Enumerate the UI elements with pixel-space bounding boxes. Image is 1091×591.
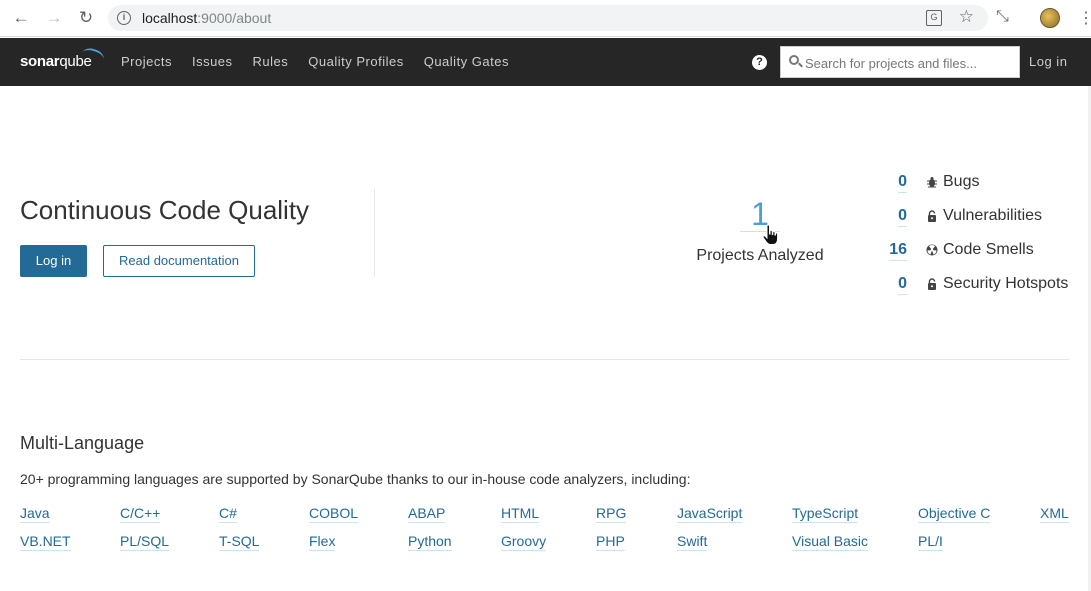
nav-projects[interactable]: Projects xyxy=(121,54,172,69)
nav-login-link[interactable]: Log in xyxy=(1029,54,1067,69)
language-link-php[interactable]: PHP xyxy=(596,533,625,551)
search-icon xyxy=(789,55,799,65)
language-link-abap[interactable]: ABAP xyxy=(408,505,446,523)
language-link-visual-basic[interactable]: Visual Basic xyxy=(792,533,869,551)
lock-icon xyxy=(928,278,936,290)
stat-bugs: 0 Bugs xyxy=(860,172,1090,194)
language-link-flex[interactable]: Flex xyxy=(309,533,336,551)
bugs-label: Bugs xyxy=(943,173,980,190)
url-host: localhost xyxy=(142,10,198,26)
language-link-rpg[interactable]: RPG xyxy=(596,505,627,523)
language-link-csharp[interactable]: C# xyxy=(219,505,237,523)
nav-issues[interactable]: Issues xyxy=(192,54,233,69)
translate-icon[interactable]: G xyxy=(926,10,942,26)
language-link-html[interactable]: HTML xyxy=(501,505,540,523)
language-link-plsql[interactable]: PL/SQL xyxy=(120,533,170,551)
section-divider xyxy=(20,359,1069,360)
nav-rules[interactable]: Rules xyxy=(253,54,289,69)
code-smells-count-link[interactable]: 16 xyxy=(889,240,907,261)
search-input[interactable] xyxy=(805,53,1015,73)
read-documentation-button[interactable]: Read documentation xyxy=(103,245,255,277)
language-link-groovy[interactable]: Groovy xyxy=(501,533,547,551)
extension-icon[interactable]: ⤡ xyxy=(996,8,1009,26)
vulnerabilities-label: Vulnerabilities xyxy=(943,207,1043,224)
vertical-divider xyxy=(374,189,375,277)
language-link-cobol[interactable]: COBOL xyxy=(309,505,359,523)
language-link-java[interactable]: Java xyxy=(20,505,50,523)
code-smells-label: Code Smells xyxy=(943,241,1034,258)
multi-language-title: Multi-Language xyxy=(20,433,145,453)
vulnerabilities-count-link[interactable]: 0 xyxy=(898,206,907,227)
security-hotspots-count-link[interactable]: 0 xyxy=(898,274,907,295)
url-path: :9000/about xyxy=(197,10,272,26)
reload-icon[interactable]: ↻ xyxy=(75,8,97,28)
security-hotspots-label: Security Hotspots xyxy=(943,275,1069,292)
bookmark-star-icon[interactable]: ☆ xyxy=(959,7,974,27)
code-smell-icon xyxy=(926,244,938,256)
help-icon[interactable]: ? xyxy=(752,55,767,70)
page-title: Continuous Code Quality xyxy=(20,195,310,225)
logo-bold: sonar xyxy=(20,53,60,70)
multi-language-description: 20+ programming languages are supported … xyxy=(20,471,691,487)
projects-analyzed-label: Projects Analyzed xyxy=(696,247,824,264)
lock-icon xyxy=(928,210,936,222)
nav-quality-gates[interactable]: Quality Gates xyxy=(424,54,509,69)
bug-icon xyxy=(927,177,937,188)
nav-quality-profiles[interactable]: Quality Profiles xyxy=(308,54,403,69)
language-link-c-cpp[interactable]: C/C++ xyxy=(120,505,161,523)
forward-icon[interactable]: → xyxy=(43,8,65,28)
main-nav: Projects Issues Rules Quality Profiles Q… xyxy=(121,54,509,69)
language-link-python[interactable]: Python xyxy=(408,533,452,551)
language-link-swift[interactable]: Swift xyxy=(677,533,708,551)
language-link-objective-c[interactable]: Objective C xyxy=(918,505,991,523)
language-link-vbnet[interactable]: VB.NET xyxy=(20,533,71,551)
bugs-count-link[interactable]: 0 xyxy=(898,172,907,193)
login-button[interactable]: Log in xyxy=(20,245,87,277)
stat-code-smells: 16 Code Smells xyxy=(860,240,1090,262)
hand-cursor-icon xyxy=(762,224,779,245)
language-link-tsql[interactable]: T-SQL xyxy=(219,533,260,551)
browser-menu-icon[interactable]: ⋮ xyxy=(1078,8,1091,28)
address-bar[interactable]: i localhost:9000/about G ☆ xyxy=(108,5,988,31)
language-link-xml[interactable]: XML xyxy=(1040,505,1069,523)
site-info-icon[interactable]: i xyxy=(117,11,131,25)
profile-avatar[interactable] xyxy=(1040,8,1060,28)
stat-vulnerabilities: 0 Vulnerabilities xyxy=(860,206,1090,228)
language-link-pli[interactable]: PL/I xyxy=(918,533,943,551)
language-link-javascript[interactable]: JavaScript xyxy=(677,505,743,523)
back-icon[interactable]: ← xyxy=(10,8,32,28)
search-box xyxy=(780,46,1020,78)
sonar-navbar: sonarqube Projects Issues Rules Quality … xyxy=(0,38,1091,86)
url-text: localhost:9000/about xyxy=(142,10,271,26)
browser-toolbar: ← → ↻ i localhost:9000/about G ☆ ⤡ ⋮ xyxy=(0,0,1091,37)
language-link-typescript[interactable]: TypeScript xyxy=(792,505,859,523)
stat-security-hotspots: 0 Security Hotspots xyxy=(860,274,1090,296)
